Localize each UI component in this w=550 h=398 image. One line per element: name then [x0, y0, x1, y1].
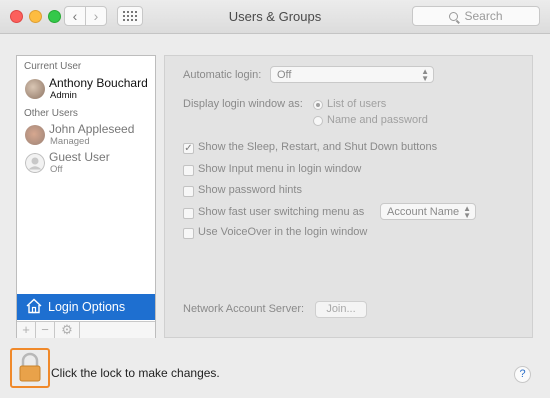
checkbox-show-input-menu[interactable] — [183, 165, 194, 176]
grid-icon — [123, 11, 137, 21]
checkbox-voiceover-label: Use VoiceOver in the login window — [198, 226, 368, 238]
sidebar-item-login-options[interactable]: Login Options — [17, 294, 155, 320]
radio-list-of-users-label: List of users — [327, 98, 387, 110]
login-options-pane: Automatic login: Off ▲ ▼ Display login wi… — [164, 55, 533, 338]
lock-icon — [19, 352, 41, 382]
sidebar-item-current-user[interactable]: Anthony Bouchard Admin — [17, 75, 155, 105]
user-role: Off — [50, 164, 63, 175]
automatic-login-popup[interactable]: Off ▲ ▼ — [270, 66, 434, 83]
join-button[interactable]: Join... — [315, 301, 367, 318]
radio-list-of-users[interactable] — [313, 100, 323, 110]
forward-button[interactable]: › — [85, 6, 107, 26]
back-button[interactable]: ‹ — [64, 6, 86, 26]
lock-button[interactable] — [10, 348, 50, 388]
other-users-heading: Other Users — [24, 108, 78, 119]
updown-arrows-icon: ▲ ▼ — [463, 204, 471, 220]
zoom-window-button[interactable] — [48, 10, 61, 23]
checkbox-voiceover[interactable] — [183, 228, 194, 239]
add-user-button[interactable]: + — [17, 322, 36, 338]
checkbox-fast-user-switching[interactable] — [183, 208, 194, 219]
search-placeholder: Search — [464, 9, 503, 23]
guest-user-icon — [25, 153, 45, 173]
checkbox-show-password-hints[interactable] — [183, 186, 194, 197]
search-icon — [449, 11, 459, 21]
avatar — [25, 79, 45, 99]
question-mark-icon: ? — [519, 368, 526, 380]
fast-switch-popup[interactable]: Account Name ▲ ▼ — [380, 203, 476, 220]
user-name: Anthony Bouchard — [49, 76, 148, 90]
automatic-login-value: Off — [277, 69, 292, 81]
checkbox-fast-user-switching-label: Show fast user switching menu as — [198, 206, 365, 218]
updown-arrows-icon: ▲ ▼ — [421, 67, 429, 83]
title-bar: ‹ › Users & Groups Search — [0, 0, 550, 34]
sidebar-item-guest-user[interactable]: Guest User Off — [17, 149, 155, 179]
chevron-right-icon: › — [93, 8, 99, 24]
help-button[interactable]: ? — [514, 366, 531, 383]
user-name: John Appleseed — [49, 122, 135, 136]
checkbox-show-sleep-restart[interactable]: ✓ — [183, 143, 194, 154]
current-user-heading: Current User — [24, 61, 82, 72]
search-field[interactable]: Search — [412, 6, 540, 26]
avatar — [25, 125, 45, 145]
sidebar-item-john-appleseed[interactable]: John Appleseed Managed — [17, 121, 155, 151]
automatic-login-label: Automatic login: — [183, 69, 262, 81]
checkbox-show-password-hints-label: Show password hints — [198, 184, 302, 196]
show-all-button[interactable] — [117, 6, 143, 26]
user-role: Managed — [50, 136, 90, 147]
lock-message: Click the lock to make changes. — [51, 366, 220, 380]
radio-name-and-password-label: Name and password — [327, 114, 428, 126]
network-account-server-label: Network Account Server: — [183, 303, 305, 315]
user-name: Guest User — [49, 150, 110, 164]
fast-switch-value: Account Name — [387, 206, 460, 218]
minimize-window-button[interactable] — [29, 10, 42, 23]
house-icon — [26, 298, 42, 314]
login-options-label: Login Options — [48, 300, 126, 314]
checkbox-show-sleep-restart-label: Show the Sleep, Restart, and Shut Down b… — [198, 141, 438, 153]
action-menu-button[interactable]: ⚙ — [55, 322, 80, 338]
checkmark-icon: ✓ — [184, 143, 193, 154]
chevron-left-icon: ‹ — [72, 8, 78, 24]
plus-icon: + — [22, 322, 30, 337]
users-sidebar: Current User Anthony Bouchard Admin Othe… — [16, 55, 156, 338]
users-groups-window: ‹ › Users & Groups Search Current User A… — [0, 0, 550, 398]
checkbox-show-input-menu-label: Show Input menu in login window — [198, 163, 362, 175]
gear-icon: ⚙ — [61, 322, 73, 337]
close-window-button[interactable] — [10, 10, 23, 23]
sidebar-toolbar: + − ⚙ — [17, 321, 155, 338]
display-login-label: Display login window as: — [183, 98, 303, 110]
remove-user-button[interactable]: − — [36, 322, 55, 338]
radio-name-and-password[interactable] — [313, 116, 323, 126]
user-role: Admin — [50, 90, 77, 101]
minus-icon: − — [41, 322, 49, 337]
